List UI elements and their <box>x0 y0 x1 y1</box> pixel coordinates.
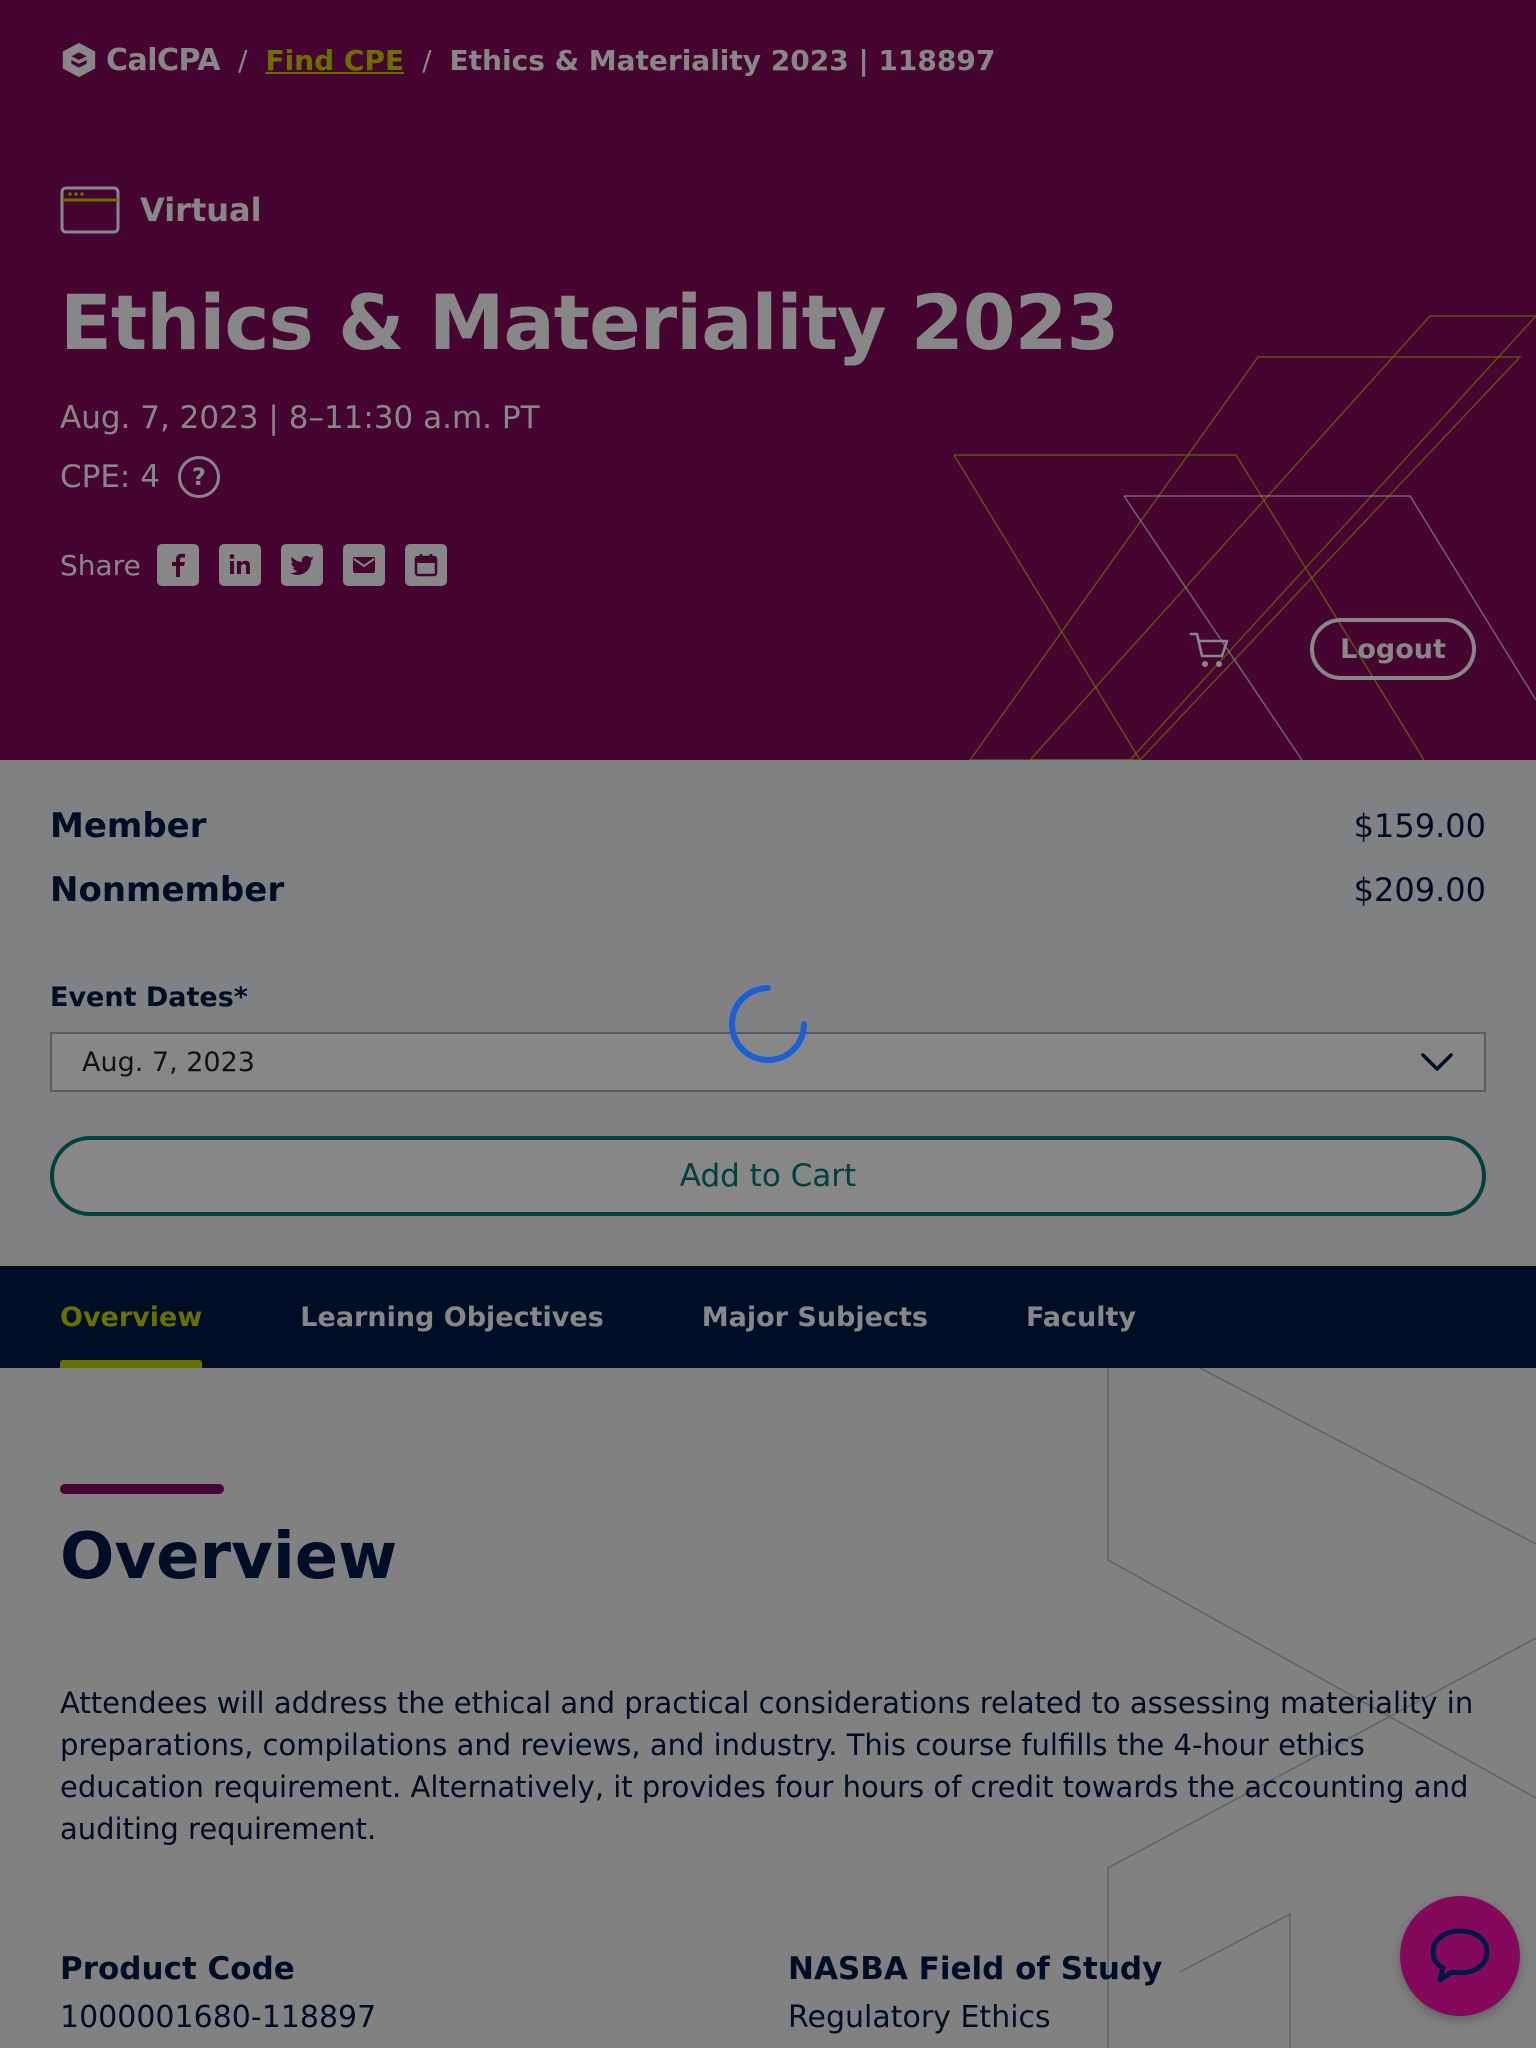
chat-button[interactable] <box>1400 1896 1520 2016</box>
chat-bubble-icon <box>1430 1928 1490 1983</box>
loading-spinner-icon <box>729 985 807 1063</box>
